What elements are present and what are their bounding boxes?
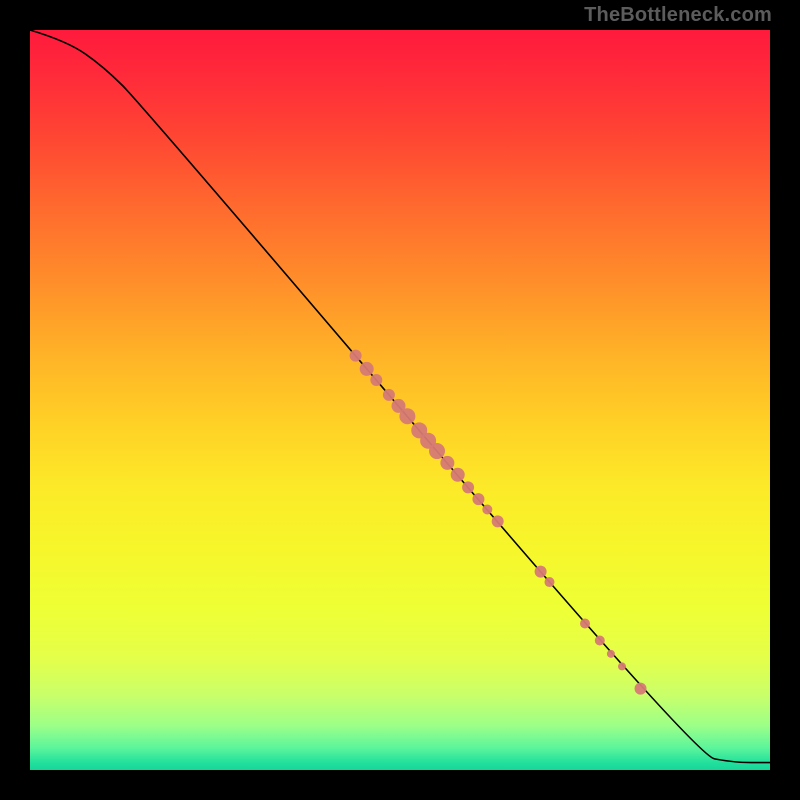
plot-area	[30, 30, 770, 770]
data-marker	[635, 683, 647, 695]
data-marker	[618, 662, 626, 670]
data-marker	[451, 468, 465, 482]
data-marker	[607, 650, 615, 658]
marker-group	[350, 350, 647, 695]
data-marker	[472, 493, 484, 505]
data-marker	[462, 481, 474, 493]
data-marker	[544, 577, 554, 587]
data-marker	[370, 374, 382, 386]
watermark-text: TheBottleneck.com	[584, 4, 772, 27]
data-marker	[399, 408, 415, 424]
data-marker	[580, 618, 590, 628]
data-marker	[595, 636, 605, 646]
data-marker	[429, 443, 445, 459]
data-marker	[350, 350, 362, 362]
data-marker	[492, 515, 504, 527]
curve-svg	[30, 30, 770, 770]
data-marker	[383, 389, 395, 401]
data-marker	[535, 566, 547, 578]
chart-stage: TheBottleneck.com	[0, 0, 800, 800]
performance-curve	[30, 30, 770, 763]
data-marker	[440, 456, 454, 470]
data-marker	[360, 362, 374, 376]
data-marker	[482, 505, 492, 515]
